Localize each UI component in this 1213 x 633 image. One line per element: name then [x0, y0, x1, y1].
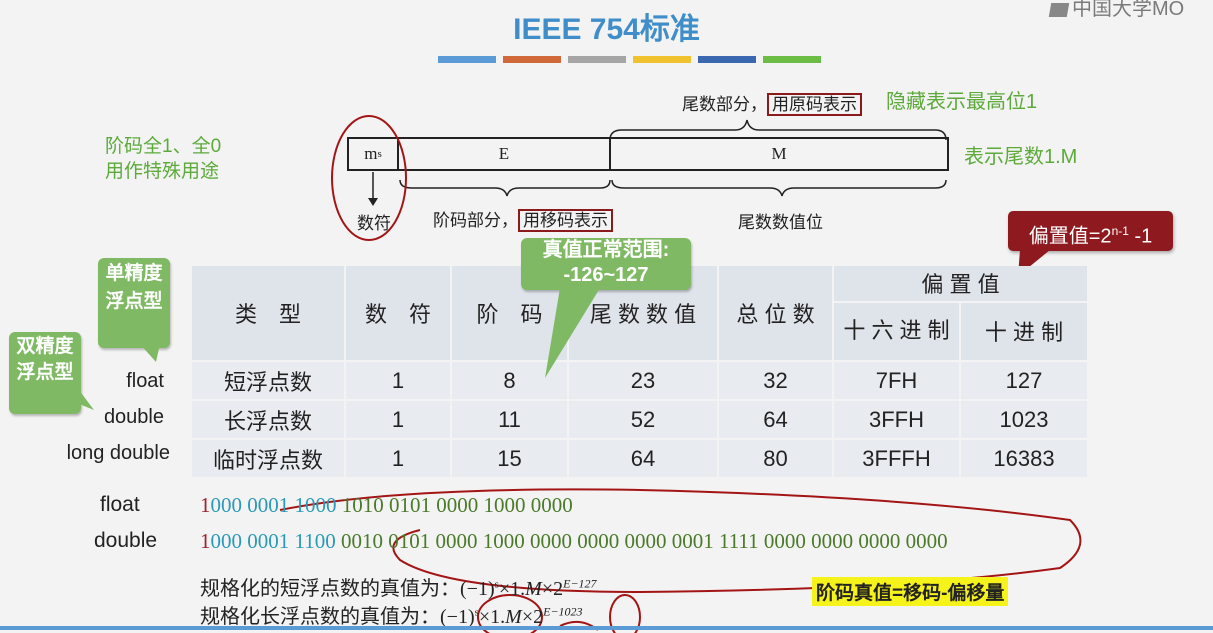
double-formula-text: 规格化长浮点数的真值为：: [200, 606, 440, 628]
range-callout-line1: 真值正常范围:: [542, 239, 670, 261]
example-double-label: double: [94, 529, 158, 552]
double-formula-mid: ×1.: [478, 606, 506, 628]
example-double-mantissa: 0010 0101 0000 1000 0000 0000 0000 0001 …: [335, 529, 948, 553]
single-formula-text: 规格化的短浮点数的真值为：: [200, 578, 460, 600]
single-formula-mid: ×1.: [498, 578, 526, 600]
bottom-bar: [0, 626, 1213, 630]
example-double-sign: 1: [200, 529, 211, 553]
cell-dec: 1023: [961, 401, 1087, 438]
example-float-mantissa: 1010 0101 0000 1000 0000: [336, 493, 573, 517]
cell-mantissa: 64: [569, 440, 717, 477]
mantissa-brace-top: [609, 119, 947, 141]
single-precision-callout: 单精度浮点型: [98, 258, 170, 348]
double-formula-m: M: [505, 606, 522, 628]
header-hex: 十 六 进 制: [834, 302, 959, 360]
single-formula: 规格化的短浮点数的真值为：(−1)s×1.M×2E−127: [200, 572, 597, 601]
cell-total: 64: [719, 401, 832, 438]
example-float-label: float: [100, 493, 140, 516]
bias-callout: 偏置值=2n-1 -1: [1008, 211, 1173, 251]
mantissa-brace-bottom: [611, 179, 947, 197]
header-bias: 偏 置 值: [834, 266, 1087, 301]
table-row: 临时浮点数 1 15 64 80 3FFFH 16383: [192, 440, 1087, 477]
cell-hex: 7FH: [834, 362, 959, 399]
cell-dec: 127: [961, 362, 1087, 399]
bias-callout-suffix: -1: [1128, 225, 1153, 248]
row-label-long-double: long double: [66, 442, 170, 464]
bias-callout-prefix: 偏置值=2: [1028, 225, 1112, 248]
sign-arrow-head: [368, 198, 378, 206]
cell-exponent: 8: [452, 362, 567, 399]
range-callout: 真值正常范围: -126~127: [521, 238, 691, 290]
cell-hex: 3FFH: [834, 401, 959, 438]
double-formula-exp: E−1023: [543, 604, 583, 619]
header-sign: 数 符: [346, 266, 450, 360]
cell-exponent: 15: [452, 440, 567, 477]
cell-type: 长浮点数: [192, 401, 344, 438]
double-formula-sign: (−1): [440, 606, 475, 628]
cell-mantissa: 52: [569, 401, 717, 438]
cell-type: 短浮点数: [192, 362, 344, 399]
exponent-note: 阶码真值=移码-偏移量: [812, 577, 1009, 606]
cell-mantissa: 23: [569, 362, 717, 399]
range-callout-line2: -126~127: [563, 264, 649, 286]
bias-callout-sup: n-1: [1111, 224, 1129, 238]
single-formula-times2: ×2: [541, 578, 564, 600]
cell-hex: 3FFFH: [834, 440, 959, 477]
example-float-sign: 1: [200, 493, 211, 517]
example-float-exponent: 000 0001 1000: [210, 493, 337, 517]
cell-sign: 1: [346, 440, 450, 477]
cell-exponent: 11: [452, 401, 567, 438]
cell-total: 80: [719, 440, 832, 477]
sign-circle: [331, 115, 407, 241]
example-float-binary: 1000 0001 1000 1010 0101 0000 1000 0000: [200, 493, 573, 518]
cell-dec: 16383: [961, 440, 1087, 477]
cell-sign: 1: [346, 401, 450, 438]
format-table: 类 型 数 符 阶 码 尾 数 数 值 总 位 数 偏 置 值 十 六 进 制 …: [190, 264, 1089, 479]
example-double-exponent: 000 0001 1100: [210, 529, 336, 553]
double-precision-callout: 双精度浮点型: [9, 332, 81, 414]
double-formula: 规格化长浮点数的真值为：(−1)s×1.M×2E−1023: [200, 600, 583, 629]
cell-type: 临时浮点数: [192, 440, 344, 477]
example-double-binary: 1000 0001 1100 0010 0101 0000 1000 0000 …: [200, 529, 948, 554]
header-type: 类 型: [192, 266, 344, 360]
single-formula-sign: (−1): [460, 578, 495, 600]
header-total: 总 位 数: [719, 266, 832, 360]
table-row: 长浮点数 1 11 52 64 3FFH 1023: [192, 401, 1087, 438]
cell-total: 32: [719, 362, 832, 399]
table-row: 短浮点数 1 8 23 32 7FH 127: [192, 362, 1087, 399]
exponent-brace: [399, 179, 611, 197]
single-formula-exp: E−127: [563, 576, 597, 591]
header-dec: 十 进 制: [961, 302, 1087, 360]
double-formula-times2: ×2: [521, 606, 544, 628]
single-formula-m: M: [525, 578, 542, 600]
cell-sign: 1: [346, 362, 450, 399]
